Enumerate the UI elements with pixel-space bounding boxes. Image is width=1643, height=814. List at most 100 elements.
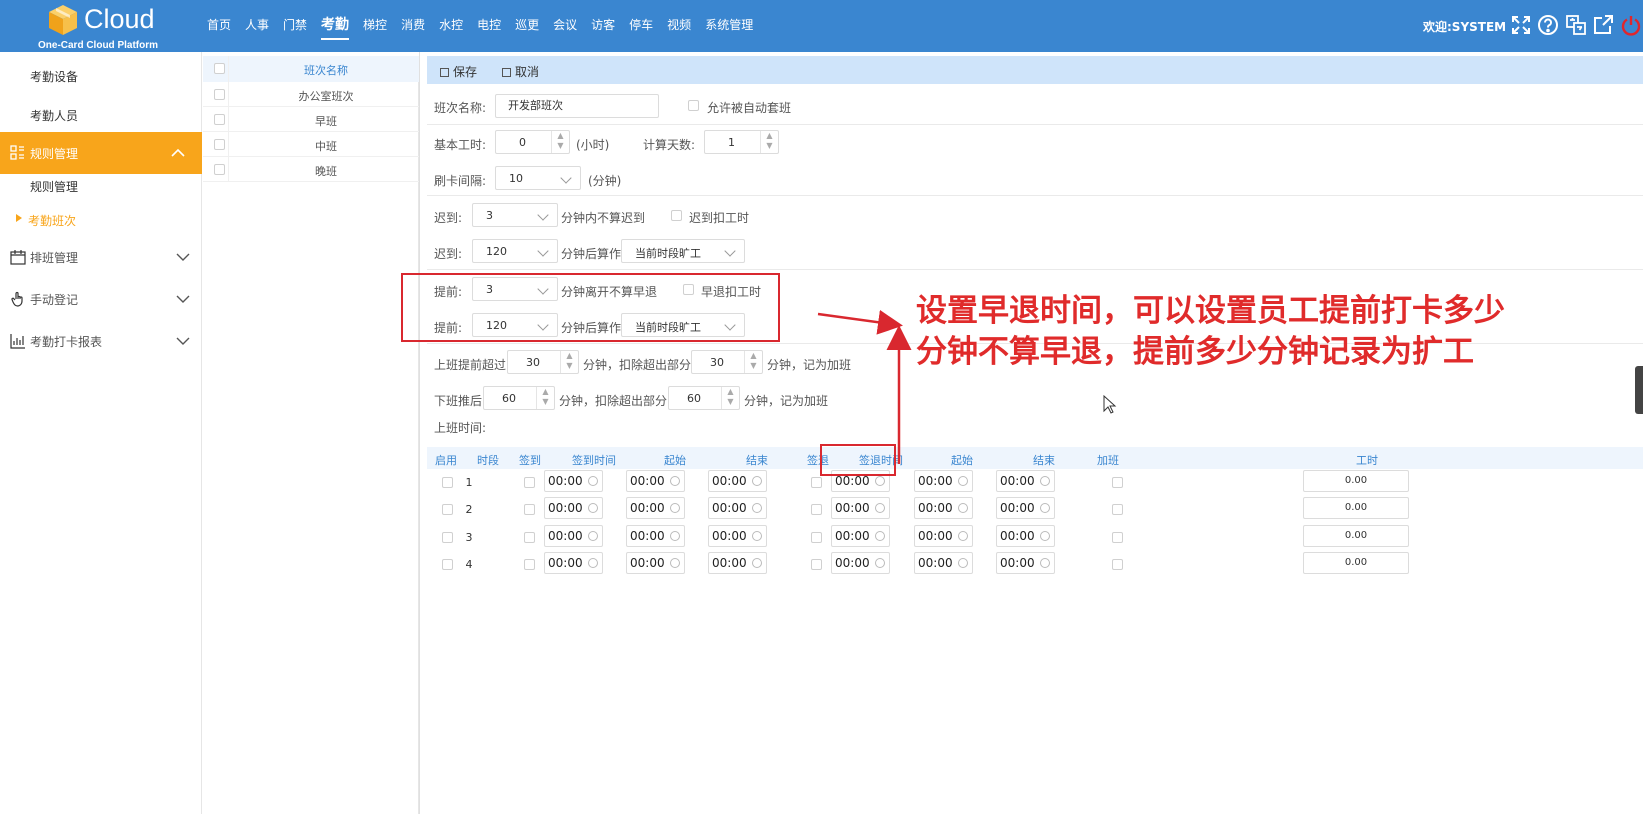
ot-after-deduct-stepper[interactable]: 60 ▲ ▼ [668, 386, 740, 410]
row-checkbox[interactable] [214, 139, 225, 150]
nav-item[interactable]: 停车 [622, 0, 660, 52]
checkin-checkbox[interactable] [524, 532, 535, 543]
row-checkbox[interactable] [214, 114, 225, 125]
nav-item[interactable]: 系统管理 [698, 0, 760, 52]
checkin-checkbox[interactable] [524, 504, 535, 515]
overtime-checkbox[interactable] [1112, 504, 1123, 515]
nav-item[interactable]: 首页 [200, 0, 238, 52]
late-grace-select[interactable]: 3 [472, 203, 558, 227]
time-input[interactable]: 00:00 [626, 497, 685, 519]
save-button[interactable]: 保存 [440, 63, 477, 80]
time-input[interactable]: 00:00 [996, 470, 1055, 492]
sidebar-item-attendance-staff[interactable]: 考勤人员 [30, 107, 78, 124]
ot-before-stepper[interactable]: 30 ▲ ▼ [507, 350, 579, 374]
late-absent-select[interactable]: 120 [472, 239, 558, 263]
time-input[interactable]: 00:00 [544, 552, 603, 574]
sidebar-group-attendance-report[interactable]: 考勤打卡报表 [0, 326, 202, 356]
time-input[interactable]: 00:00 [996, 497, 1055, 519]
work-hours-input[interactable]: 0.00 [1303, 497, 1409, 519]
shift-row[interactable]: 早班 [203, 107, 419, 132]
nav-item[interactable]: 巡更 [508, 0, 546, 52]
work-hours-input[interactable]: 0.00 [1303, 525, 1409, 547]
stepper-arrows[interactable]: ▲ ▼ [551, 131, 569, 153]
row-checkbox[interactable] [214, 164, 225, 175]
time-input[interactable]: 00:00 [544, 525, 603, 547]
base-hours-stepper[interactable]: 0 ▲ ▼ [495, 130, 570, 154]
checkout-checkbox[interactable] [811, 532, 822, 543]
overtime-checkbox[interactable] [1112, 477, 1123, 488]
row-checkbox[interactable] [214, 89, 225, 100]
time-input[interactable]: 00:00 [708, 525, 767, 547]
ot-after-stepper[interactable]: 60 ▲ ▼ [483, 386, 555, 410]
stepper-arrows[interactable]: ▲ ▼ [560, 351, 578, 373]
time-input[interactable]: 00:00 [708, 552, 767, 574]
nav-item[interactable]: 门禁 [276, 0, 314, 52]
time-input[interactable]: 00:00 [831, 497, 890, 519]
nav-item[interactable]: 会议 [546, 0, 584, 52]
scrollbar-thumb[interactable] [1635, 366, 1643, 414]
calc-days-stepper[interactable]: 1 ▲ ▼ [704, 130, 779, 154]
stepper-arrows[interactable]: ▲ ▼ [760, 131, 778, 153]
stepper-arrows[interactable]: ▲ ▼ [721, 387, 739, 409]
external-link-icon[interactable] [1592, 14, 1614, 36]
time-input[interactable]: 00:00 [626, 470, 685, 492]
auto-apply-checkbox[interactable] [688, 100, 699, 111]
overtime-checkbox[interactable] [1112, 532, 1123, 543]
late-absent-type-select[interactable]: 当前时段旷工 [621, 239, 745, 263]
sidebar-group-rule-management[interactable]: 规则管理 [0, 132, 202, 174]
sidebar-group-manual-registration[interactable]: 手动登记 [0, 284, 202, 314]
nav-item[interactable]: 电控 [470, 0, 508, 52]
enable-checkbox[interactable] [442, 504, 453, 515]
power-icon[interactable] [1620, 14, 1642, 36]
sidebar-item-rule-management[interactable]: 规则管理 [30, 178, 78, 195]
time-input[interactable]: 00:00 [831, 552, 890, 574]
sidebar-item-attendance-device[interactable]: 考勤设备 [30, 68, 78, 85]
time-input[interactable]: 00:00 [996, 525, 1055, 547]
fullscreen-icon[interactable] [1510, 14, 1532, 36]
nav-item[interactable]: 水控 [432, 0, 470, 52]
enable-checkbox[interactable] [442, 532, 453, 543]
shift-row[interactable]: 中班 [203, 132, 419, 157]
checkout-checkbox[interactable] [811, 504, 822, 515]
nav-item[interactable]: 人事 [238, 0, 276, 52]
enable-checkbox[interactable] [442, 477, 453, 488]
nav-item[interactable]: 消费 [394, 0, 432, 52]
overtime-checkbox[interactable] [1112, 559, 1123, 570]
time-input[interactable]: 00:00 [708, 470, 767, 492]
time-input[interactable]: 00:00 [626, 552, 685, 574]
work-hours-input[interactable]: 0.00 [1303, 552, 1409, 574]
ot-before-deduct-stepper[interactable]: 30 ▲ ▼ [691, 350, 763, 374]
time-input[interactable]: 00:00 [914, 525, 973, 547]
shift-row[interactable]: 办公室班次 [203, 82, 419, 107]
checkout-checkbox[interactable] [811, 477, 822, 488]
time-input[interactable]: 00:00 [996, 552, 1055, 574]
stepper-arrows[interactable]: ▲ ▼ [536, 387, 554, 409]
time-input[interactable]: 00:00 [914, 552, 973, 574]
swipe-interval-select[interactable]: 10 [495, 166, 581, 190]
checkin-checkbox[interactable] [524, 559, 535, 570]
checkin-checkbox[interactable] [524, 477, 535, 488]
cancel-button[interactable]: 取消 [502, 63, 539, 80]
nav-item[interactable]: 访客 [584, 0, 622, 52]
nav-item[interactable]: 梯控 [356, 0, 394, 52]
time-input[interactable]: 00:00 [914, 497, 973, 519]
enable-checkbox[interactable] [442, 559, 453, 570]
work-hours-input[interactable]: 0.00 [1303, 470, 1409, 492]
translate-icon[interactable] [1565, 14, 1587, 36]
nav-item[interactable]: 考勤 [314, 0, 356, 52]
time-input[interactable]: 00:00 [544, 470, 603, 492]
nav-item[interactable]: 视频 [660, 0, 698, 52]
brand-logo[interactable]: Cloud One-Card Cloud Platform [38, 2, 178, 51]
time-input[interactable]: 00:00 [831, 525, 890, 547]
late-deduct-checkbox[interactable] [671, 210, 682, 221]
sidebar-group-scheduling[interactable]: 排班管理 [0, 242, 202, 272]
help-icon[interactable] [1537, 14, 1559, 36]
time-input[interactable]: 00:00 [708, 497, 767, 519]
time-input[interactable]: 00:00 [626, 525, 685, 547]
stepper-arrows[interactable]: ▲ ▼ [744, 351, 762, 373]
select-all-checkbox[interactable] [214, 63, 225, 74]
shift-row[interactable]: 晚班 [203, 157, 419, 182]
checkout-checkbox[interactable] [811, 559, 822, 570]
time-input[interactable]: 00:00 [544, 497, 603, 519]
time-input[interactable]: 00:00 [914, 470, 973, 492]
